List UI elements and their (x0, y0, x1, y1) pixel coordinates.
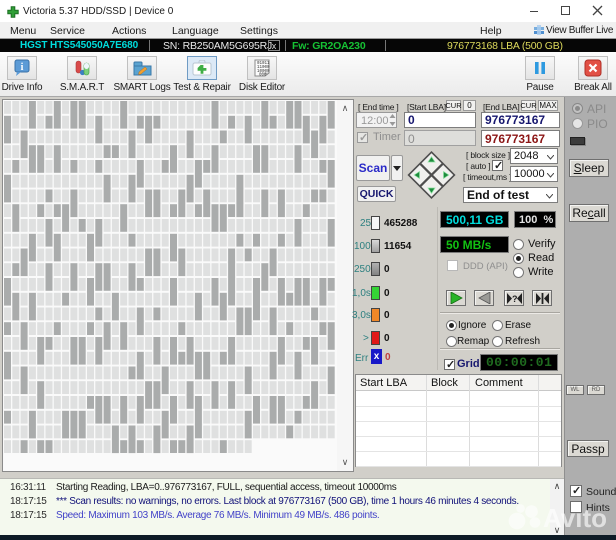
svg-text:Avito: Avito (543, 503, 607, 533)
svg-text:?: ? (512, 294, 518, 304)
